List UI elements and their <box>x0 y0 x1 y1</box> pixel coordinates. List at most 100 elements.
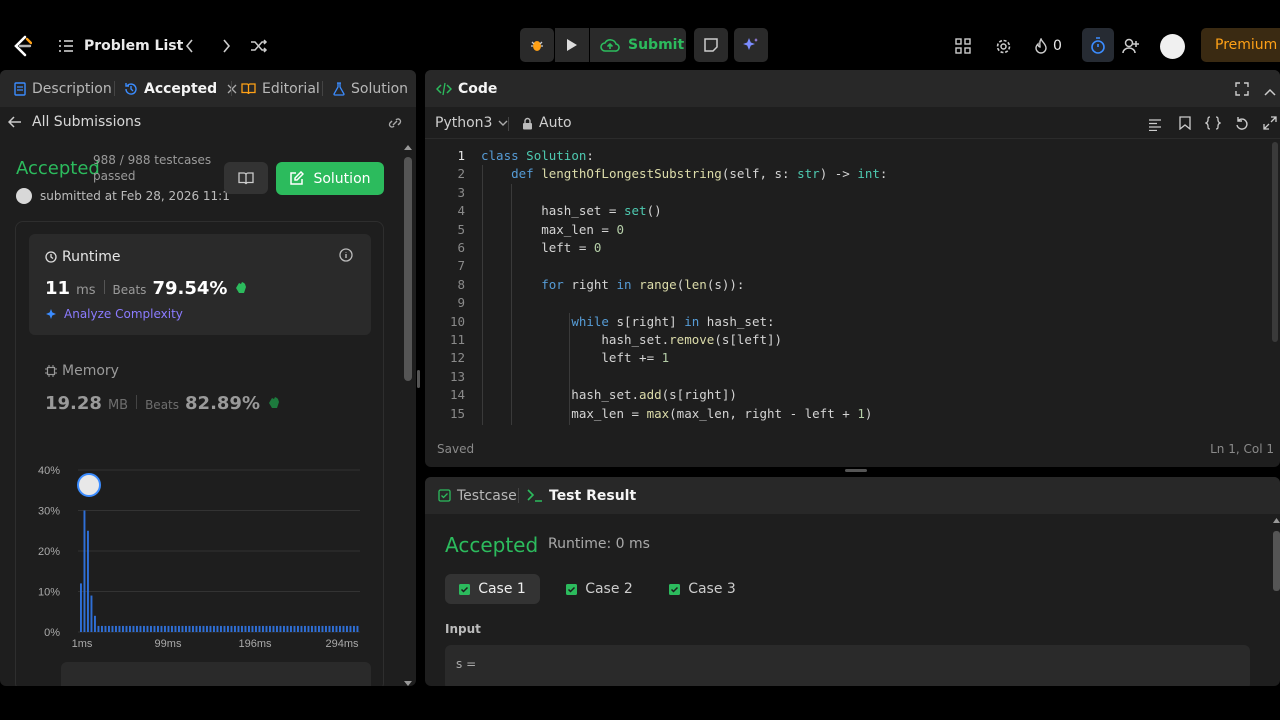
prev-problem-icon[interactable] <box>184 34 196 58</box>
distribution-bar[interactable] <box>206 625 208 632</box>
tab-code[interactable]: Code <box>436 70 497 107</box>
distribution-bar[interactable] <box>136 625 138 632</box>
distribution-bar[interactable] <box>230 625 233 632</box>
distribution-bar[interactable] <box>87 530 89 632</box>
collapse-icon[interactable] <box>1264 82 1276 101</box>
close-icon[interactable] <box>227 84 237 94</box>
distribution-bar[interactable] <box>167 625 170 632</box>
distribution-bar[interactable] <box>209 625 212 632</box>
distribution-bar[interactable] <box>300 625 303 632</box>
autocomplete-mode[interactable]: Auto <box>522 115 572 131</box>
problem-list-button[interactable]: Problem List <box>58 34 183 58</box>
distribution-bar[interactable] <box>321 625 324 632</box>
distribution-bar[interactable] <box>279 625 282 632</box>
avatar[interactable] <box>1160 34 1185 59</box>
distribution-bar[interactable] <box>132 625 135 632</box>
submit-button[interactable]: Submit <box>590 28 686 62</box>
distribution-bar[interactable] <box>213 625 215 632</box>
distribution-bar[interactable] <box>241 625 243 632</box>
distribution-bar[interactable] <box>346 625 348 632</box>
distribution-bar[interactable] <box>146 625 149 632</box>
distribution-bar[interactable] <box>101 625 103 632</box>
distribution-bar[interactable] <box>293 625 296 632</box>
distribution-bar[interactable] <box>171 625 173 632</box>
distribution-bar[interactable] <box>139 625 142 632</box>
distribution-bar[interactable] <box>269 625 271 632</box>
code-editor[interactable]: 1 2 3 4 5 6 7 8 9 10 11 12 13 14 15 class Solution: de… <box>425 147 1270 425</box>
gear-icon[interactable] <box>995 34 1012 58</box>
distribution-bar[interactable] <box>265 625 268 632</box>
tab-testcase[interactable]: Testcase <box>438 477 517 514</box>
distribution-bar[interactable] <box>83 510 86 633</box>
case-1-tab[interactable]: Case 1 <box>445 574 540 604</box>
distribution-bar[interactable] <box>325 625 327 632</box>
distribution-bar[interactable] <box>115 625 117 632</box>
distribution-bar[interactable] <box>262 625 264 632</box>
reset-icon[interactable] <box>1235 115 1249 134</box>
distribution-bar[interactable] <box>272 625 275 632</box>
horizontal-splitter[interactable] <box>845 469 867 472</box>
distribution-bar[interactable] <box>195 625 198 632</box>
chart-range-slider[interactable] <box>61 662 371 686</box>
distribution-bar[interactable] <box>304 625 306 632</box>
distribution-bar[interactable] <box>234 625 236 632</box>
distribution-bar[interactable] <box>164 625 166 632</box>
distribution-bar[interactable] <box>286 625 289 632</box>
braces-icon[interactable] <box>1204 115 1222 134</box>
distribution-bar[interactable] <box>150 625 152 632</box>
input-box[interactable]: s = <box>445 645 1250 686</box>
distribution-bar[interactable] <box>255 625 257 632</box>
distribution-bar[interactable] <box>318 625 320 632</box>
distribution-bar[interactable] <box>342 625 345 632</box>
distribution-bar[interactable] <box>153 625 156 632</box>
vertical-splitter[interactable] <box>417 370 420 388</box>
distribution-bar[interactable] <box>258 625 261 632</box>
distribution-bar[interactable] <box>283 625 285 632</box>
distribution-bar[interactable] <box>349 625 352 632</box>
distribution-bar[interactable] <box>220 625 222 632</box>
distribution-bar[interactable] <box>251 625 254 632</box>
distribution-bar[interactable] <box>311 625 313 632</box>
distribution-bar[interactable] <box>143 625 145 632</box>
distribution-bar[interactable] <box>118 625 121 632</box>
distribution-bar[interactable] <box>339 625 341 632</box>
distribution-bar[interactable] <box>335 625 338 632</box>
fullscreen-icon[interactable] <box>1235 81 1249 100</box>
memory-value-row[interactable]: 19.28 MB Beats 82.89% <box>45 393 282 414</box>
distribution-bar[interactable] <box>202 625 205 632</box>
notes-button[interactable] <box>694 28 728 62</box>
distribution-bar[interactable] <box>244 625 247 632</box>
ai-assist-button[interactable] <box>734 28 768 62</box>
tab-accepted[interactable]: Accepted <box>124 70 237 107</box>
distribution-bar[interactable] <box>97 625 100 632</box>
distribution-bar[interactable] <box>353 625 355 632</box>
distribution-bar[interactable] <box>227 625 229 632</box>
distribution-bar[interactable] <box>125 625 128 632</box>
tab-description[interactable]: Description <box>14 70 112 107</box>
distribution-bar[interactable] <box>90 595 93 632</box>
runtime-card[interactable]: Runtime 11 ms Beats 79.54% Analyze Compl… <box>29 234 371 335</box>
view-notes-button[interactable] <box>224 162 268 194</box>
distribution-bar[interactable] <box>174 625 177 632</box>
distribution-bar[interactable] <box>276 625 278 632</box>
distribution-bar[interactable] <box>332 625 334 632</box>
distribution-bar[interactable] <box>199 625 201 632</box>
tab-test-result[interactable]: Test Result <box>527 477 636 514</box>
link-icon[interactable] <box>386 115 404 134</box>
left-scrollbar[interactable] <box>403 143 413 686</box>
tab-solution[interactable]: Solution <box>333 70 408 107</box>
tab-editorial[interactable]: Editorial <box>241 70 320 107</box>
info-icon[interactable] <box>339 247 353 266</box>
distribution-bar[interactable] <box>192 625 194 632</box>
bookmark-icon[interactable] <box>1179 115 1191 134</box>
language-select[interactable]: Python3 <box>435 115 508 131</box>
result-scrollbar[interactable] <box>1273 517 1280 686</box>
distribution-bar[interactable] <box>80 583 82 632</box>
distribution-bar[interactable] <box>129 625 131 632</box>
distribution-bar[interactable] <box>216 625 219 632</box>
shuffle-icon[interactable] <box>250 34 268 58</box>
distribution-bar[interactable] <box>122 625 124 632</box>
distribution-bar[interactable] <box>314 625 317 632</box>
case-3-tab[interactable]: Case 3 <box>655 574 750 604</box>
distribution-bar[interactable] <box>328 625 331 632</box>
